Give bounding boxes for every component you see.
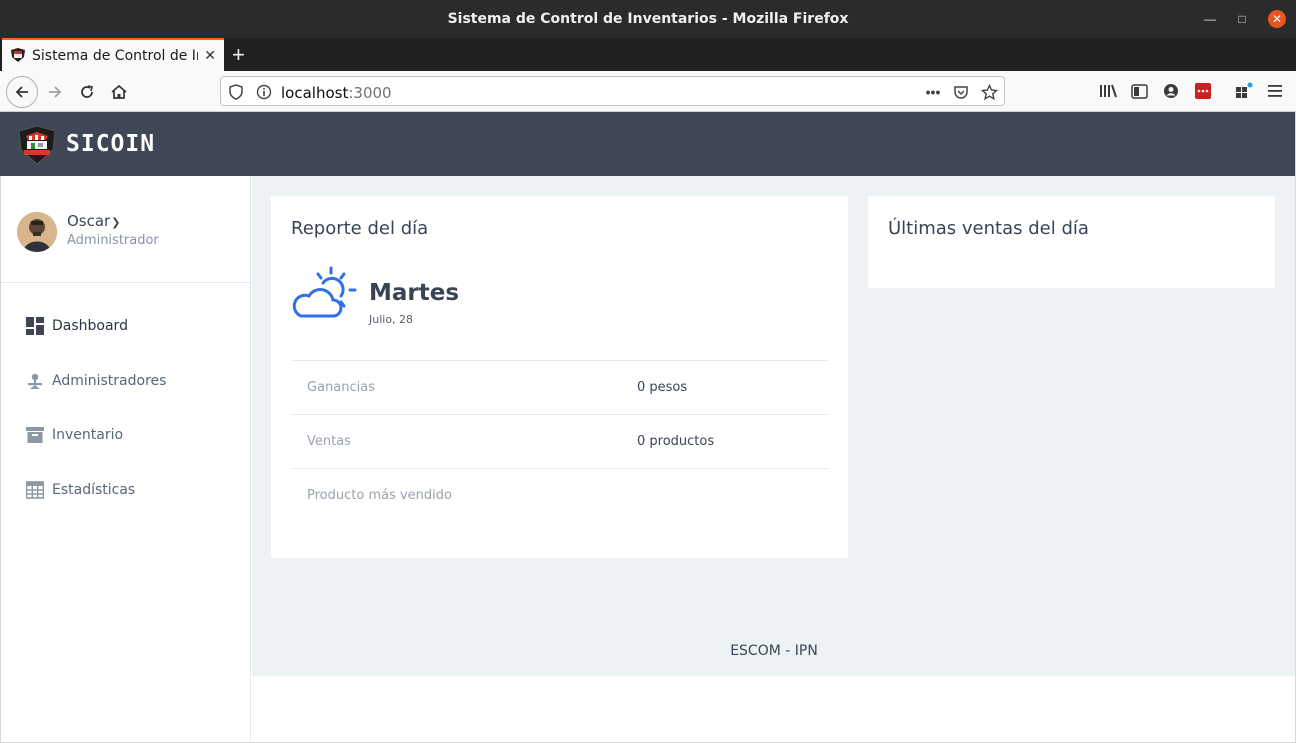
site-info-icon[interactable] bbox=[255, 83, 273, 101]
reload-icon bbox=[81, 85, 93, 98]
card-title: Reporte del día bbox=[291, 218, 429, 239]
stat-label: Ganancias bbox=[307, 380, 375, 395]
sidebar-item-administradores[interactable]: Administradores bbox=[25, 370, 166, 392]
forward-button[interactable] bbox=[40, 77, 70, 107]
user-role: Administrador bbox=[67, 233, 159, 248]
sidebar-item-dashboard[interactable]: Dashboard bbox=[25, 315, 128, 337]
stat-label: Ventas bbox=[307, 434, 351, 449]
arrow-right-icon bbox=[49, 86, 62, 98]
daily-report-card: Reporte del día Martes Julio, 28 Gananci… bbox=[271, 196, 848, 558]
back-button[interactable] bbox=[6, 76, 38, 108]
app-name[interactable]: SICOIN bbox=[66, 131, 155, 157]
account-icon[interactable] bbox=[1161, 81, 1181, 101]
latest-sales-card: Últimas ventas del día bbox=[868, 196, 1275, 288]
extensions-icon[interactable] bbox=[1234, 81, 1254, 101]
browser-tab[interactable]: Sistema de Control de Inventarios ✕ bbox=[2, 38, 224, 71]
sidebar-toggle-icon[interactable] bbox=[1129, 81, 1149, 101]
window-titlebar: Sistema de Control de Inventarios - Mozi… bbox=[0, 0, 1296, 38]
window-title: Sistema de Control de Inventarios - Mozi… bbox=[447, 11, 849, 27]
app-header: SICOIN bbox=[0, 112, 1296, 176]
sidebar-divider bbox=[1, 282, 251, 283]
day-date: Julio, 28 bbox=[369, 313, 414, 326]
table-row: Ventas 0 productos bbox=[291, 414, 828, 468]
footer-text: ESCOM - IPN bbox=[730, 643, 818, 659]
sidebar-item-label: Administradores bbox=[52, 373, 167, 389]
library-icon[interactable] bbox=[1098, 81, 1118, 101]
close-icon[interactable]: ✕ bbox=[1268, 10, 1286, 28]
stat-value: 0 pesos bbox=[637, 380, 688, 395]
admin-user-icon bbox=[25, 372, 44, 391]
avatar bbox=[17, 212, 57, 252]
navigation-bar: localhost:3000 ••• bbox=[0, 71, 1296, 112]
bookmark-star-icon[interactable] bbox=[980, 83, 998, 101]
maximize-icon[interactable]: □ bbox=[1234, 11, 1250, 27]
card-title: Últimas ventas del día bbox=[888, 218, 1089, 239]
new-tab-button[interactable]: + bbox=[232, 42, 245, 68]
day-name: Martes bbox=[369, 280, 460, 306]
archive-box-icon bbox=[25, 426, 44, 445]
home-icon bbox=[111, 84, 127, 99]
minimize-icon[interactable]: — bbox=[1202, 11, 1218, 27]
url-text: localhost:3000 bbox=[281, 84, 392, 102]
hamburger-menu-icon[interactable] bbox=[1265, 81, 1285, 101]
sidebar-item-estadisticas[interactable]: Estadísticas bbox=[25, 479, 135, 501]
reload-button[interactable] bbox=[72, 77, 102, 107]
tracking-shield-icon[interactable] bbox=[227, 83, 245, 101]
stat-label: Producto más vendido bbox=[307, 488, 452, 503]
table-row: Producto más vendido bbox=[291, 468, 828, 522]
user-name[interactable]: Oscar❯ bbox=[67, 212, 120, 230]
partly-cloudy-icon bbox=[292, 266, 357, 318]
page-bottom-area bbox=[252, 676, 1295, 742]
pocket-icon[interactable] bbox=[952, 83, 970, 101]
sidebar-item-label: Estadísticas bbox=[52, 482, 136, 498]
tab-close-icon[interactable]: ✕ bbox=[204, 47, 216, 64]
home-button[interactable] bbox=[104, 77, 134, 107]
url-bar[interactable]: localhost:3000 ••• bbox=[220, 76, 1005, 106]
sidebar-item-inventario[interactable]: Inventario bbox=[25, 424, 123, 446]
dashboard-icon bbox=[25, 317, 44, 336]
sidebar: Oscar❯ Administrador Dashboard Administr… bbox=[0, 176, 251, 743]
tab-title: Sistema de Control de Inventarios bbox=[32, 48, 198, 64]
sidebar-item-label: Inventario bbox=[52, 427, 124, 443]
main-content: Reporte del día Martes Julio, 28 Gananci… bbox=[252, 176, 1296, 676]
lastpass-extension-icon[interactable] bbox=[1193, 81, 1213, 101]
shield-favicon-icon bbox=[11, 48, 25, 62]
sicoin-logo-icon[interactable] bbox=[16, 124, 58, 166]
table-grid-icon bbox=[25, 481, 44, 500]
tab-strip: Sistema de Control de Inventarios ✕ + bbox=[0, 38, 1296, 71]
chevron-down-icon[interactable]: ❯ bbox=[111, 216, 120, 229]
page-actions-icon[interactable]: ••• bbox=[924, 83, 942, 101]
stat-value: 0 productos bbox=[637, 434, 715, 449]
sidebar-item-label: Dashboard bbox=[52, 318, 128, 334]
arrow-left-icon bbox=[15, 86, 28, 98]
table-row: Ganancias 0 pesos bbox=[291, 360, 828, 414]
